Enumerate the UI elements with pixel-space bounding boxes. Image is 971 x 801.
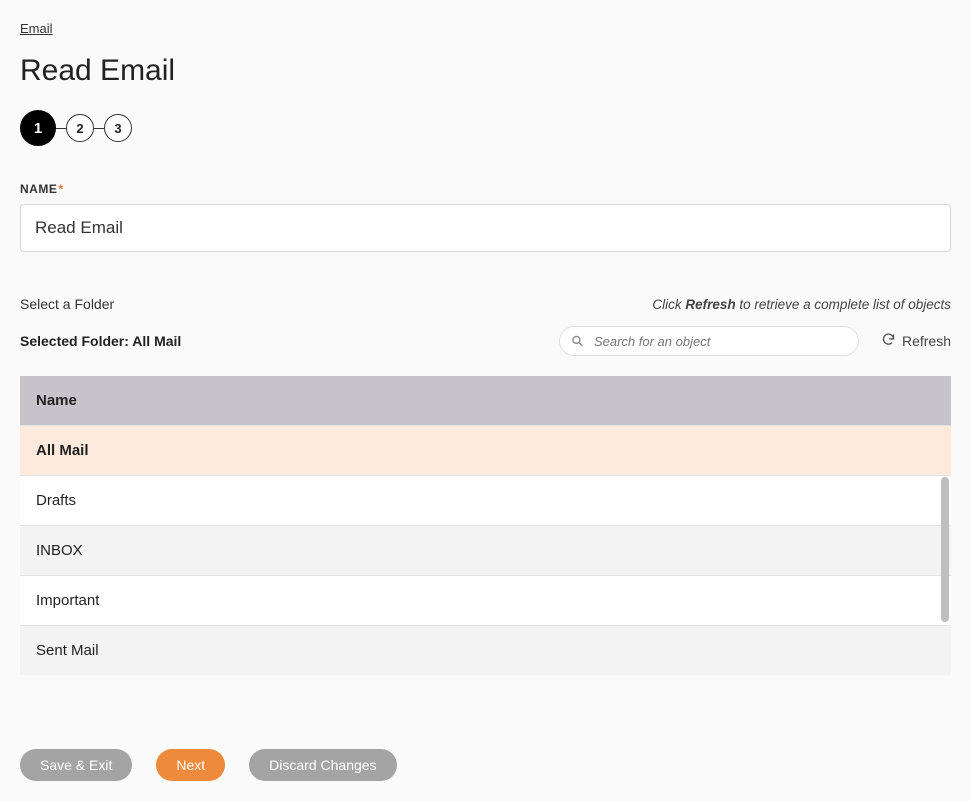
table-row[interactable]: INBOX bbox=[20, 526, 951, 576]
folder-table: Name All MailDraftsINBOXImportantSent Ma… bbox=[20, 376, 951, 721]
table-header-name[interactable]: Name bbox=[20, 376, 951, 425]
folder-name-cell: Important bbox=[20, 576, 951, 626]
footer-actions: Save & Exit Next Discard Changes bbox=[20, 749, 951, 781]
select-folder-label: Select a Folder bbox=[20, 296, 114, 312]
folder-name-cell: Drafts bbox=[20, 476, 951, 526]
refresh-hint-suffix: to retrieve a complete list of objects bbox=[736, 297, 951, 312]
table-row[interactable]: Important bbox=[20, 576, 951, 626]
next-button[interactable]: Next bbox=[156, 749, 225, 781]
step-connector bbox=[94, 128, 104, 129]
table-row[interactable]: All Mail bbox=[20, 426, 951, 476]
refresh-hint-prefix: Click bbox=[652, 297, 685, 312]
required-marker: * bbox=[58, 182, 63, 196]
refresh-button[interactable]: Refresh bbox=[881, 332, 951, 350]
discard-button[interactable]: Discard Changes bbox=[249, 749, 396, 781]
selected-folder-value: All Mail bbox=[132, 333, 181, 349]
folder-name-cell: Sent Mail bbox=[20, 626, 951, 676]
search-icon bbox=[571, 335, 584, 348]
folder-name-cell: All Mail bbox=[20, 426, 951, 476]
folder-name-cell: INBOX bbox=[20, 526, 951, 576]
step-connector bbox=[56, 128, 66, 129]
stepper: 1 2 3 bbox=[20, 110, 951, 146]
name-input[interactable] bbox=[20, 204, 951, 252]
selected-folder: Selected Folder: All Mail bbox=[20, 333, 181, 349]
name-field-label-text: NAME bbox=[20, 182, 57, 196]
name-field-label: NAME* bbox=[20, 182, 951, 196]
refresh-hint-bold: Refresh bbox=[685, 297, 735, 312]
refresh-button-label: Refresh bbox=[902, 333, 951, 349]
table-row[interactable]: Drafts bbox=[20, 476, 951, 526]
step-2[interactable]: 2 bbox=[66, 114, 94, 142]
table-row[interactable]: Sent Mail bbox=[20, 626, 951, 676]
page-title: Read Email bbox=[20, 54, 951, 88]
step-1[interactable]: 1 bbox=[20, 110, 56, 146]
step-3[interactable]: 3 bbox=[104, 114, 132, 142]
refresh-hint: Click Refresh to retrieve a complete lis… bbox=[652, 297, 951, 312]
breadcrumb-email[interactable]: Email bbox=[20, 21, 53, 36]
table-scrollbar[interactable] bbox=[941, 477, 949, 622]
refresh-icon bbox=[881, 332, 896, 350]
search-input[interactable] bbox=[559, 326, 859, 356]
search-box bbox=[559, 326, 859, 356]
selected-folder-prefix: Selected Folder: bbox=[20, 333, 132, 349]
save-exit-button[interactable]: Save & Exit bbox=[20, 749, 132, 781]
